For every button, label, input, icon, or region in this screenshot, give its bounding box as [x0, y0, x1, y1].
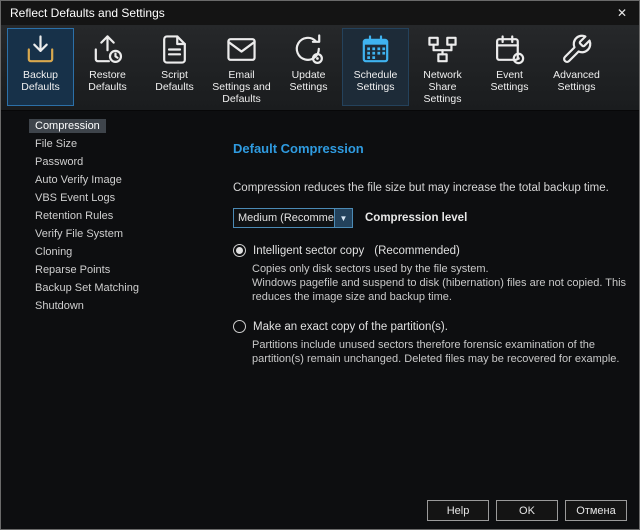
radio-label: Make an exact copy of the partition(s).	[253, 321, 448, 333]
page-title: Default Compression	[233, 141, 629, 156]
restore-icon	[91, 33, 124, 66]
sidebar-item-label: Backup Set Matching	[29, 281, 145, 295]
option-description: Partitions include unused sectors theref…	[252, 338, 629, 366]
dialog-footer: Help OK Отмена	[420, 500, 627, 521]
settings-toolbar: Backup Defaults Restore Defaults Script …	[1, 25, 639, 111]
toolbar-item-label: Update Settings	[276, 69, 341, 93]
schedule-icon	[359, 33, 392, 66]
sidebar-item-file-size[interactable]: File Size	[1, 135, 216, 153]
update-icon	[292, 33, 325, 66]
sidebar-item-label: VBS Event Logs	[29, 191, 121, 205]
toolbar-item-label: Event Settings	[477, 69, 542, 93]
toolbar-item-restore-defaults[interactable]: Restore Defaults	[74, 28, 141, 106]
toolbar-item-update-settings[interactable]: Update Settings	[275, 28, 342, 106]
toolbar-item-label: Advanced Settings	[544, 69, 609, 93]
toolbar-item-label: Schedule Settings	[343, 69, 408, 93]
sidebar-item-label: Password	[29, 155, 89, 169]
title-bar: Reflect Defaults and Settings ✕	[1, 1, 639, 25]
option-description: Copies only disk sectors used by the fil…	[252, 262, 629, 304]
sidebar-item-retention-rules[interactable]: Retention Rules	[1, 207, 216, 225]
intro-text: Compression reduces the file size but ma…	[233, 182, 629, 194]
main-panel: Default Compression Compression reduces …	[233, 117, 629, 366]
sidebar-item-compression[interactable]: Compression	[1, 117, 216, 135]
ok-button[interactable]: OK	[496, 500, 558, 521]
radio-label-suffix: (Recommended)	[374, 245, 460, 257]
close-icon: ✕	[617, 6, 627, 20]
toolbar-item-label: Network Share Settings	[410, 69, 475, 105]
script-icon	[158, 33, 191, 66]
radio-exact-copy[interactable]: Make an exact copy of the partition(s).	[233, 320, 629, 333]
sidebar-item-label: Retention Rules	[29, 209, 119, 223]
toolbar-item-label: Email Settings and Defaults	[209, 69, 274, 105]
sidebar-item-label: File Size	[29, 137, 83, 151]
toolbar-item-event-settings[interactable]: Event Settings	[476, 28, 543, 106]
close-button[interactable]: ✕	[605, 1, 639, 25]
sidebar-item-backup-set-matching[interactable]: Backup Set Matching	[1, 279, 216, 297]
compression-level-label: Compression level	[365, 212, 467, 224]
sidebar-item-verify-file-system[interactable]: Verify File System	[1, 225, 216, 243]
toolbar-item-label: Backup Defaults	[8, 69, 73, 93]
sidebar-item-label: Cloning	[29, 245, 78, 259]
advanced-wrench-icon	[560, 33, 593, 66]
sidebar-item-auto-verify-image[interactable]: Auto Verify Image	[1, 171, 216, 189]
toolbar-item-email-settings[interactable]: Email Settings and Defaults	[208, 28, 275, 106]
event-icon	[493, 33, 526, 66]
sidebar-item-label: Compression	[29, 119, 106, 133]
option-exact-copy: Make an exact copy of the partition(s). …	[233, 320, 629, 366]
settings-sidebar: Compression File Size Password Auto Veri…	[1, 117, 216, 315]
sidebar-item-vbs-event-logs[interactable]: VBS Event Logs	[1, 189, 216, 207]
toolbar-item-label: Script Defaults	[142, 69, 207, 93]
window-title: Reflect Defaults and Settings	[10, 6, 605, 20]
toolbar-item-script-defaults[interactable]: Script Defaults	[141, 28, 208, 106]
option-intelligent-sector-copy: Intelligent sector copy (Recommended) Co…	[233, 244, 629, 304]
cancel-button[interactable]: Отмена	[565, 500, 627, 521]
dropdown-value: Medium (Recommende	[234, 209, 334, 227]
reflect-defaults-dialog: Reflect Defaults and Settings ✕ Backup D…	[0, 0, 640, 530]
email-icon	[225, 33, 258, 66]
radio-label: Intelligent sector copy	[253, 245, 364, 257]
toolbar-item-schedule-settings[interactable]: Schedule Settings	[342, 28, 409, 106]
radio-intelligent-sector-copy[interactable]: Intelligent sector copy (Recommended)	[233, 244, 629, 257]
sidebar-item-label: Verify File System	[29, 227, 129, 241]
radio-unselected-icon[interactable]	[233, 320, 246, 333]
sidebar-item-label: Reparse Points	[29, 263, 116, 277]
toolbar-item-backup-defaults[interactable]: Backup Defaults	[7, 28, 74, 106]
sidebar-item-shutdown[interactable]: Shutdown	[1, 297, 216, 315]
radio-selected-icon[interactable]	[233, 244, 246, 257]
compression-level-dropdown[interactable]: Medium (Recommende ▼	[233, 208, 353, 228]
toolbar-item-advanced-settings[interactable]: Advanced Settings	[543, 28, 610, 106]
sidebar-item-reparse-points[interactable]: Reparse Points	[1, 261, 216, 279]
sidebar-item-password[interactable]: Password	[1, 153, 216, 171]
help-button[interactable]: Help	[427, 500, 489, 521]
network-share-icon	[426, 33, 459, 66]
backup-icon	[24, 33, 57, 66]
compression-level-row: Medium (Recommende ▼ Compression level	[233, 208, 629, 228]
sidebar-item-label: Shutdown	[29, 299, 90, 313]
sidebar-item-label: Auto Verify Image	[29, 173, 128, 187]
toolbar-item-network-share-settings[interactable]: Network Share Settings	[409, 28, 476, 106]
chevron-down-icon[interactable]: ▼	[334, 209, 352, 227]
sidebar-item-cloning[interactable]: Cloning	[1, 243, 216, 261]
toolbar-item-label: Restore Defaults	[75, 69, 140, 93]
